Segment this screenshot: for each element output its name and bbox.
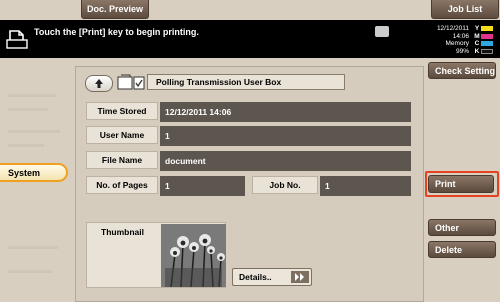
toner-letter-y: Y [474,25,480,33]
back-button[interactable] [85,75,113,92]
pages-label: No. of Pages [86,176,158,194]
ghost-line [8,246,58,249]
user-name-value: 1 [160,126,411,146]
check-setting-button[interactable]: Check Setting [428,62,496,79]
user-name-label: User Name [86,126,158,144]
memory-label: Memory [445,40,469,48]
toner-letter-m: M [474,32,480,40]
details-button[interactable]: Details.. [232,268,312,286]
device-status: 12/12/2011 14:06 Memory 99% [405,25,469,55]
file-name-label: File Name [86,151,158,169]
message-bar: Touch the [Print] key to begin printing.… [0,20,500,58]
toner-letter-c: C [474,40,480,48]
thumbnail-box: Thumbnail [86,222,226,288]
ghost-line [8,144,44,147]
print-button[interactable]: Print [428,175,494,193]
forward-arrow-icon [291,271,309,283]
delete-label: Delete [435,244,463,255]
box-title: Polling Transmission User Box [147,74,345,90]
ghost-line [8,108,48,111]
system-tab[interactable]: System [0,163,68,182]
check-setting-label: Check Setting [435,65,496,76]
toner-levels: Y M C K [473,25,498,55]
system-tab-label: System [8,167,41,178]
document-detail-panel: Polling Transmission User Box Time Store… [75,66,424,302]
ghost-line [8,270,52,273]
toner-letter-k: K [474,48,480,56]
other-label: Other [435,222,460,233]
doc-preview-button[interactable]: Doc. Preview [81,0,149,19]
ghost-line [8,94,56,97]
job-no-label: Job No. [252,176,318,194]
status-message: Touch the [Print] key to begin printing. [34,27,199,37]
toner-bar-magenta [481,33,493,39]
toner-bar-cyan [481,41,493,47]
pages-value: 1 [160,176,245,196]
job-no-value: 1 [320,176,411,196]
thumbnail-label: Thumbnail [101,227,144,237]
file-name-value: document [160,151,411,171]
job-list-label: Job List [447,4,483,14]
doc-preview-label: Doc. Preview [86,4,144,14]
other-button[interactable]: Other [428,219,496,236]
print-label: Print [435,179,456,189]
up-arrow-icon [95,79,103,88]
delete-button[interactable]: Delete [428,241,496,258]
memory-value: 99% [455,47,469,55]
document-icon [6,30,28,49]
user-box-icon [117,74,145,90]
job-status-icon[interactable] [375,26,389,37]
job-list-button[interactable]: Job List [431,0,499,19]
time-stored-value: 12/12/2011 14:06 [160,102,411,122]
toner-bar-black [481,49,493,55]
details-label: Details.. [239,272,272,282]
ghost-line [8,130,60,133]
status-time: 14:06 [452,32,469,40]
toner-bar-yellow [481,26,493,32]
status-date: 12/12/2011 [436,25,469,32]
time-stored-label: Time Stored [86,102,158,120]
thumbnail-image [161,224,226,287]
double-arrow-icon [295,273,304,281]
